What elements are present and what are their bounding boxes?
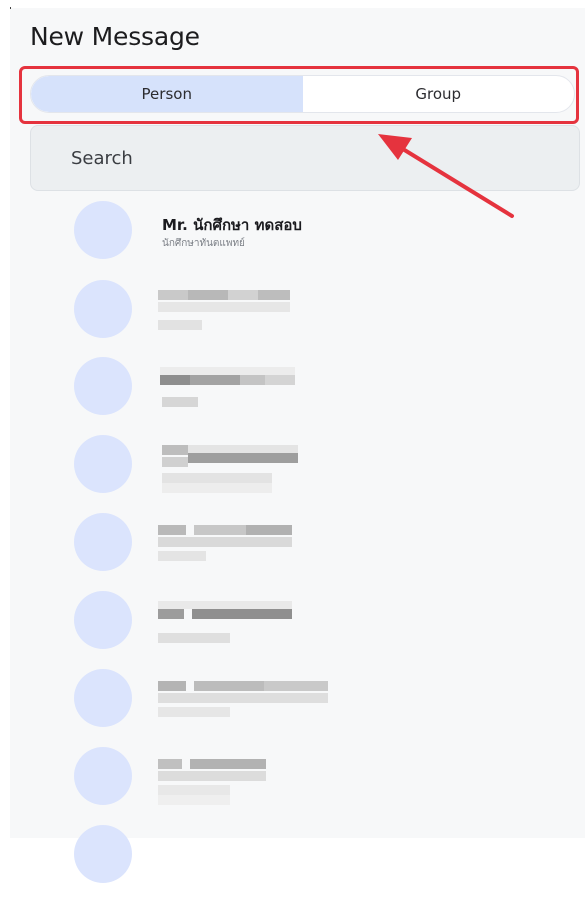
avatar xyxy=(74,747,132,805)
list-item[interactable] xyxy=(0,825,585,903)
list-item[interactable] xyxy=(0,280,585,358)
avatar xyxy=(74,357,132,415)
avatar xyxy=(74,280,132,338)
contact-name: Mr. นักศึกษา ทดสอบ xyxy=(162,216,302,234)
list-item[interactable] xyxy=(0,591,585,669)
contact-list: Mr. นักศึกษา ทดสอบ นักศึกษาทันตแพทย์ xyxy=(0,0,585,883)
avatar xyxy=(74,201,132,259)
avatar xyxy=(74,669,132,727)
avatar xyxy=(74,435,132,493)
list-item[interactable]: Mr. นักศึกษา ทดสอบ นักศึกษาทันตแพทย์ xyxy=(0,201,585,279)
list-item[interactable] xyxy=(0,669,585,747)
list-item[interactable] xyxy=(0,357,585,435)
list-item[interactable] xyxy=(0,435,585,513)
contact-subtitle: นักศึกษาทันตแพทย์ xyxy=(162,238,245,249)
avatar xyxy=(74,825,132,883)
list-item[interactable] xyxy=(0,513,585,591)
avatar xyxy=(74,591,132,649)
avatar xyxy=(74,513,132,571)
list-item[interactable] xyxy=(0,747,585,825)
